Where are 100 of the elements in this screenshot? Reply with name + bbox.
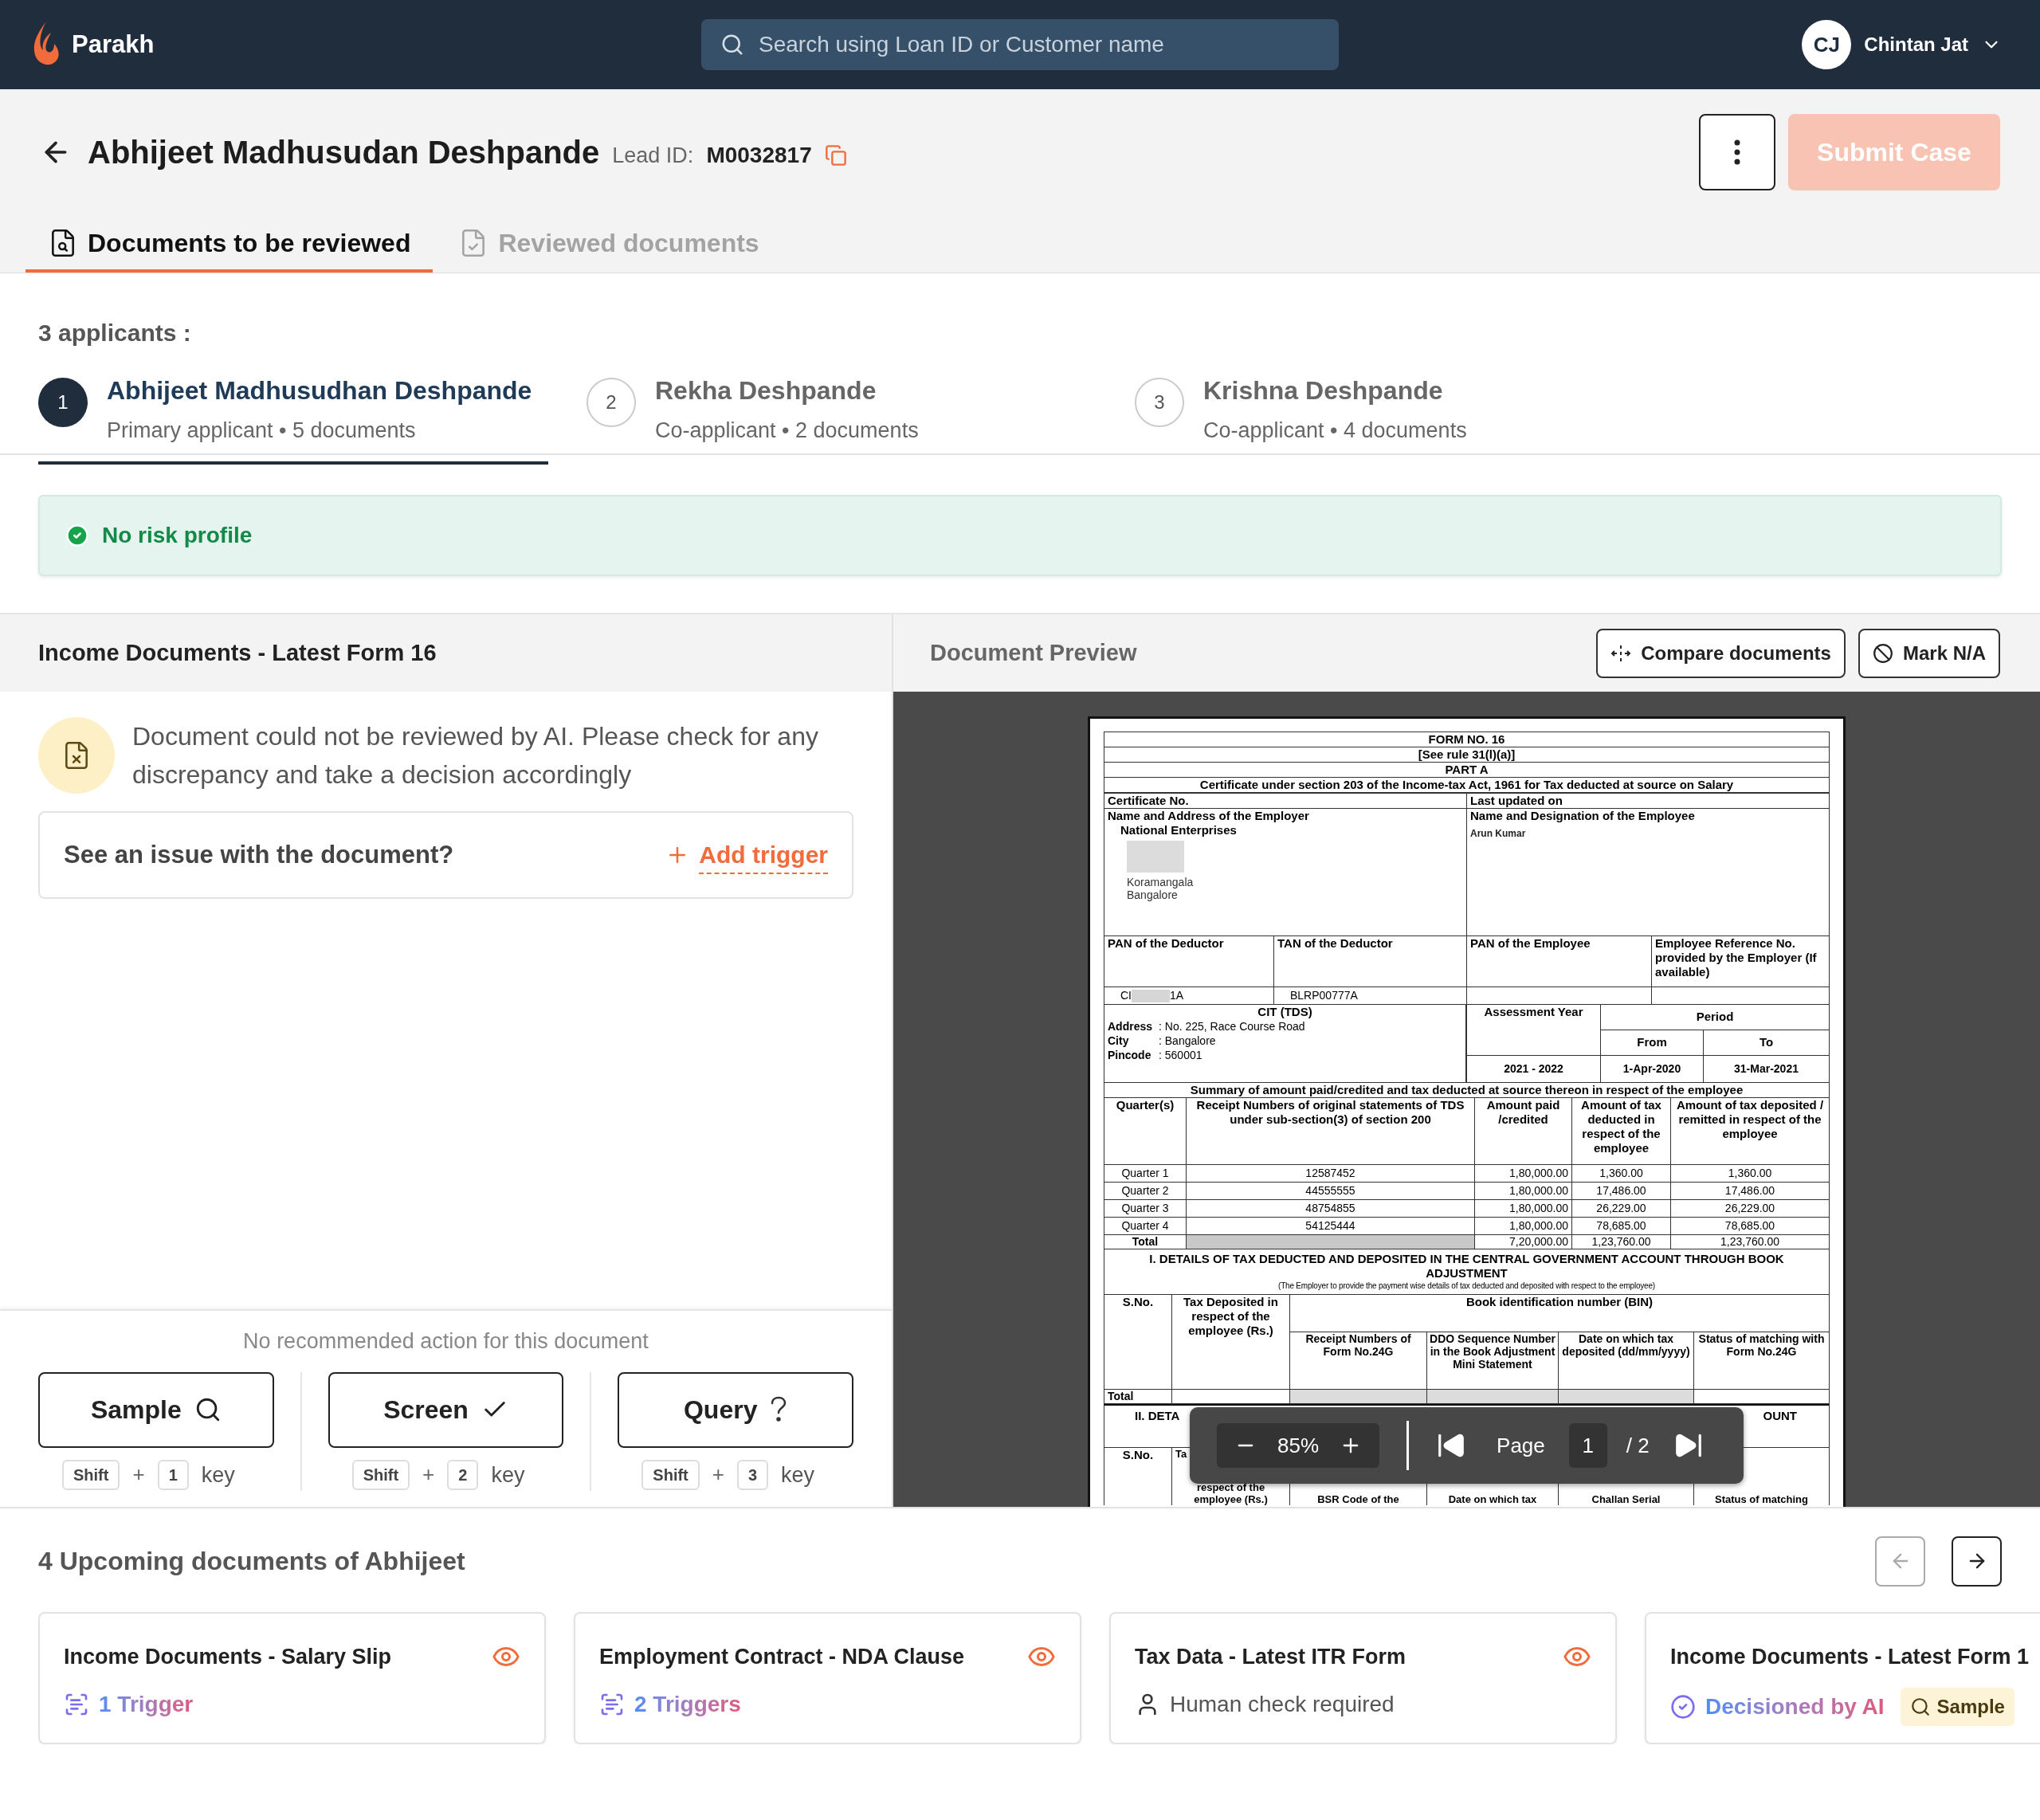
applicant-tab[interactable]: 1 Abhijeet Madhusudhan Deshpande Primary applicant • 5 documents — [38, 371, 548, 465]
form-value: : 560001 — [1159, 1048, 1202, 1062]
document-card[interactable]: Tax Data - Latest ITR Form Human check required — [1109, 1612, 1617, 1744]
card-title: Income Documents - Latest Form 1 — [1670, 1644, 2030, 1670]
form-label: PAN of the Employee — [1470, 936, 1591, 951]
column-header: Ta — [1175, 1447, 1188, 1460]
plus-sign: + — [712, 1461, 724, 1489]
applicant-name: Krishna Deshpande — [1203, 375, 1444, 406]
form-heading: Summary of amount paid/credited and tax deducted at source thereon in respect of the employee — [1190, 1083, 1744, 1096]
applicant-name: Rekha Deshpande — [655, 375, 877, 406]
compare-arrows-icon — [1610, 644, 1632, 662]
search-field[interactable]: Search using Loan ID or Customer name — [701, 19, 1339, 70]
form-label: Last updated on — [1470, 794, 1563, 807]
employer-address: Bangalore — [1126, 888, 1179, 901]
form-label: Certificate No. — [1108, 794, 1189, 807]
table-cell: 1,80,000.00 — [1509, 1202, 1568, 1214]
document-card[interactable]: Income Documents - Latest Form 1 Decisioned by AI Sample — [1645, 1612, 2040, 1744]
next-button[interactable] — [1952, 1536, 2002, 1587]
page-label: Page — [1497, 1432, 1545, 1459]
action-button[interactable]: Query — [618, 1371, 853, 1448]
upcoming-title: 4 Upcoming documents of Abhijeet — [38, 1546, 465, 1577]
table-cell: 1,360.00 — [1728, 1167, 1772, 1179]
applicant-tab[interactable]: 3 Krishna Deshpande Co-applicant • 4 documents — [1135, 371, 1645, 465]
search-icon — [720, 33, 744, 57]
mark-na-button[interactable]: Mark N/A — [1858, 628, 2000, 678]
page-field[interactable]: 1 — [1568, 1423, 1607, 1468]
lead-id: M0032817 — [706, 142, 812, 169]
form-label: TAN of the Deductor — [1277, 936, 1394, 951]
page-total: / 2 — [1626, 1432, 1650, 1459]
copy-icon[interactable] — [824, 144, 847, 167]
key-label: key — [781, 1461, 815, 1489]
card-title: Income Documents - Salary Slip — [64, 1644, 392, 1670]
question-mark-icon — [770, 1396, 788, 1423]
table-cell: 54125444 — [1305, 1219, 1355, 1232]
step-number: 3 — [1135, 378, 1184, 427]
table-cell: 1,23,760.00 — [1591, 1235, 1651, 1248]
more-options-button[interactable] — [1699, 114, 1775, 190]
pan-value: 1A — [1170, 988, 1184, 1003]
step-number: 2 — [586, 378, 636, 427]
column-header: respect of the employee (Rs.) — [1193, 1481, 1269, 1505]
form-label: Address — [1108, 1019, 1154, 1034]
table-cell: Total — [1108, 1389, 1134, 1402]
applicant-tab[interactable]: 2 Rekha Deshpande Co-applicant • 2 documents — [586, 371, 1096, 465]
form-value: 1-Apr-2020 — [1622, 1062, 1681, 1075]
column-header: Receipt Numbers of original statements of TDS under sub-section(3) of section 200 — [1196, 1098, 1465, 1126]
employee-name: Arun Kumar — [1470, 827, 1527, 841]
check-circle-icon — [1670, 1693, 1696, 1720]
employer-name: National Enterprises — [1120, 823, 1238, 837]
column-header: Date on which tax deposited (dd/mm/yyyy) — [1562, 1332, 1690, 1358]
column-header: Tax Deposited in respect of the employee (Rs.) — [1183, 1295, 1278, 1337]
form-heading: I. DETAILS OF TAX DEDUCTED AND DEPOSITED IN THE CENTRAL GOVERNMENT ACCOUNT THROUGH BOOK ADJUSTMENT — [1148, 1252, 1785, 1281]
document-card[interactable]: Income Documents - Salary Slip 1 Trigger — [38, 1612, 546, 1744]
card-title: Employment Contract - NDA Clause — [599, 1644, 965, 1670]
compare-documents-button[interactable]: Compare documents — [1596, 628, 1846, 678]
action-button[interactable]: Screen — [328, 1371, 564, 1448]
redaction-block — [1132, 989, 1170, 1002]
form-label: From — [1637, 1035, 1667, 1049]
panel-title: Income Documents - Latest Form 16 — [38, 638, 437, 667]
table-cell: 78,685.00 — [1724, 1219, 1775, 1232]
form-note: (The Employer to provide the payment wise details of tax deducted and deposited with respect to the employee) — [1277, 1281, 1656, 1292]
key-cap: Shift — [641, 1459, 700, 1490]
column-header: Amount of tax deposited / remitted in respect of the employee — [1676, 1098, 1824, 1140]
column-header: Status of matching — [1715, 1493, 1808, 1505]
column-header: Quarter(s) — [1116, 1098, 1175, 1112]
employer-address: Koramangala — [1126, 876, 1195, 888]
zoom-level: 85% — [1277, 1432, 1320, 1459]
ban-icon — [1872, 642, 1893, 664]
form-value: : No. 225, Race Course Road — [1159, 1019, 1305, 1034]
table-cell: 1,80,000.00 — [1509, 1184, 1568, 1197]
form-label: Name and Designation of the Employee — [1470, 809, 1696, 823]
table-cell: 1,80,000.00 — [1509, 1167, 1568, 1179]
applicant-details: Co-applicant • 2 documents — [655, 418, 919, 444]
action-button[interactable]: Sample — [38, 1371, 274, 1448]
key-cap: 1 — [157, 1459, 189, 1490]
table-cell: Quarter 4 — [1121, 1219, 1169, 1232]
status-text: Human check required — [1170, 1690, 1395, 1718]
key-cap: Shift — [351, 1459, 410, 1490]
column-header: Date on which tax — [1448, 1493, 1537, 1505]
user-name[interactable]: Chintan Jat — [1864, 30, 1968, 59]
panel-title: Document Preview — [930, 638, 1137, 667]
pan-value: CI — [1120, 988, 1132, 1003]
key-cap: 3 — [736, 1459, 769, 1490]
form-label: Period — [1696, 1010, 1734, 1024]
applicant-details: Primary applicant • 5 documents — [107, 418, 417, 444]
search-icon — [1909, 1696, 1931, 1717]
form-value: 31-Mar-2021 — [1734, 1062, 1799, 1075]
tab[interactable]: Documents to be reviewed — [26, 217, 434, 273]
step-number: 1 — [38, 378, 88, 427]
table-cell: Quarter 1 — [1121, 1167, 1169, 1179]
more-icon — [1734, 139, 1740, 165]
applicants-heading: 3 applicants : — [38, 319, 192, 347]
table-cell: 26,229.00 — [1596, 1202, 1646, 1214]
document-card[interactable]: Employment Contract - NDA Clause 2 Triggers — [574, 1612, 1081, 1744]
form-title: FORM NO. 16 — [1104, 732, 1830, 747]
column-header: Status of matching with Form No.24G — [1698, 1332, 1825, 1358]
user-avatar[interactable]: CJ — [1802, 20, 1852, 69]
form-label: Name and Address of the Employer — [1108, 809, 1310, 823]
table-cell: 17,486.00 — [1596, 1184, 1646, 1197]
tan-value: BLRP00777A — [1289, 989, 1358, 1002]
form-label: CIT (TDS) — [1257, 1005, 1313, 1019]
